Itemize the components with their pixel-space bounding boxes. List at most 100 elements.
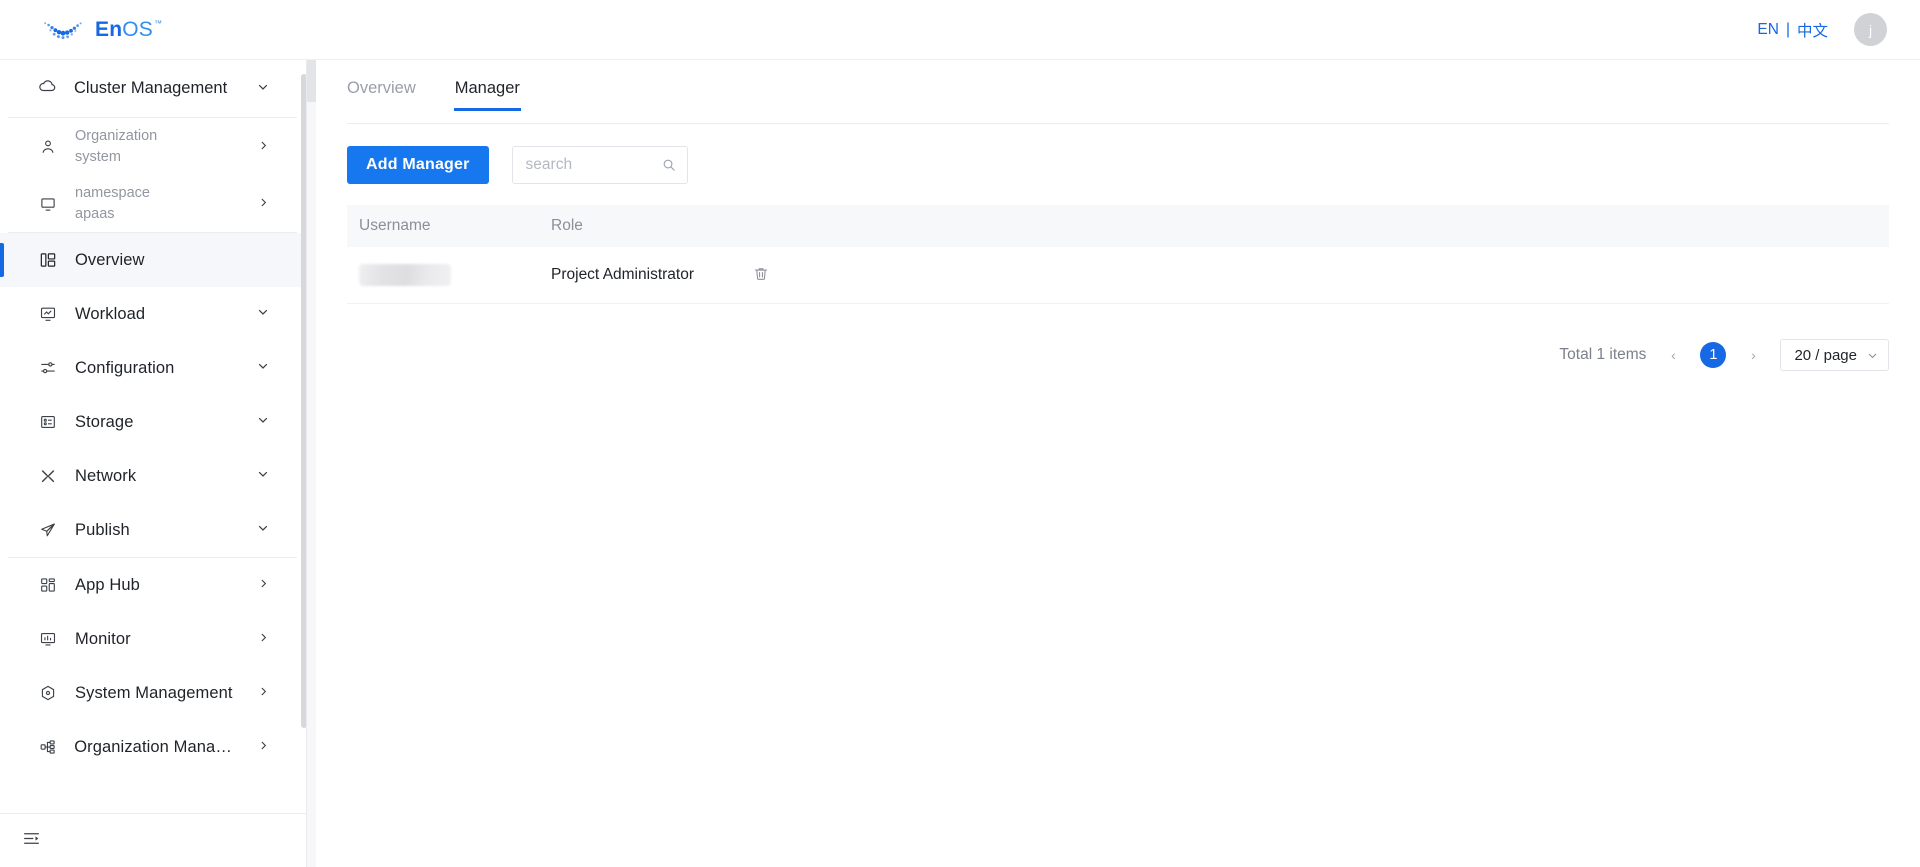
pagination-prev-button[interactable]: ‹ (1661, 343, 1685, 367)
sidebar-namespace-labels: namespace apaas (75, 185, 150, 222)
sidebar-item-label: Overview (75, 250, 145, 269)
sidebar-item-system-management[interactable]: System Management (0, 666, 306, 720)
chevron-right-icon[interactable] (258, 630, 269, 648)
grid-icon (38, 576, 58, 594)
main-scrollbar-thumb[interactable] (307, 60, 316, 102)
sidebar-item-organization-management[interactable]: Organization Manage... (0, 720, 306, 774)
workload-icon (38, 305, 58, 323)
sidebar-item-storage[interactable]: Storage (0, 395, 306, 449)
chevron-down-icon[interactable] (257, 521, 269, 539)
language-switcher[interactable]: EN | 中文 (1757, 19, 1828, 41)
top-header: En OS ™ EN | 中文 j (0, 0, 1920, 60)
sidebar-item-label: Publish (75, 520, 130, 539)
chevron-down-icon[interactable] (257, 80, 269, 98)
page-size-select[interactable]: 20 / page (1780, 339, 1889, 371)
sidebar-item-network[interactable]: Network (0, 449, 306, 503)
main-scrollbar[interactable] (307, 60, 316, 867)
network-icon (38, 467, 58, 485)
dashboard-icon (38, 251, 58, 269)
sidebar-item-app-hub[interactable]: App Hub (0, 558, 306, 612)
chevron-down-icon[interactable] (257, 413, 269, 431)
tab-overview[interactable]: Overview (347, 80, 416, 110)
trash-icon (753, 266, 769, 285)
logo-en-text: En (95, 18, 123, 41)
table-row[interactable]: Project Administrator (347, 247, 1889, 304)
sliders-icon (38, 359, 58, 377)
delete-row-button[interactable] (753, 266, 769, 285)
manager-table: Username Role Project Administrator (347, 205, 1889, 304)
sidebar-item-label: Network (75, 466, 137, 485)
logo-os-text: OS (122, 18, 153, 41)
sidebar-item-monitor[interactable]: Monitor (0, 612, 306, 666)
send-icon (38, 521, 58, 539)
sidebar-item-namespace[interactable]: namespace apaas (0, 175, 306, 232)
sidebar-item-overview[interactable]: Overview (0, 233, 306, 287)
chevron-down-icon[interactable] (257, 359, 269, 377)
menu-fold-icon[interactable] (22, 829, 41, 853)
sidebar-cluster-management[interactable]: Cluster Management (0, 60, 306, 117)
main-content: Overview Manager Add Manager Username (307, 60, 1920, 867)
sidebar-namespace-line2: apaas (75, 205, 115, 222)
cloud-icon (38, 77, 57, 101)
column-header-role: Role (551, 217, 583, 234)
enos-logo[interactable]: En OS ™ (42, 0, 162, 60)
monitor-icon (38, 195, 58, 213)
pagination-total: Total 1 items (1559, 346, 1647, 363)
tab-manager[interactable]: Manager (453, 80, 522, 110)
page-size-value: 20 / page (1794, 346, 1857, 364)
role-value: Project Administrator (551, 266, 694, 283)
gear-hex-icon (38, 684, 58, 702)
tab-bar: Overview Manager (347, 80, 1889, 124)
sidebar-item-publish[interactable]: Publish (0, 503, 306, 557)
sidebar-cluster-label: Cluster Management (74, 79, 228, 97)
monitor-chart-icon (38, 630, 58, 648)
sidebar-organization-line2: system (75, 148, 121, 165)
enos-logo-text: En OS ™ (95, 19, 162, 40)
chevron-down-icon[interactable] (1867, 350, 1878, 361)
sidebar-item-organization[interactable]: Organization system (0, 118, 306, 175)
search-icon[interactable] (662, 158, 676, 172)
chevron-right-icon[interactable] (258, 576, 269, 594)
sidebar-item-workload[interactable]: Workload (0, 287, 306, 341)
lang-en-option[interactable]: EN (1757, 21, 1779, 39)
add-manager-button[interactable]: Add Manager (347, 146, 489, 184)
main-inner: Overview Manager Add Manager Username (316, 60, 1920, 867)
chevron-down-icon[interactable] (257, 305, 269, 323)
sidebar-item-label: Configuration (75, 358, 175, 377)
redacted-username (359, 264, 451, 286)
search-box[interactable] (511, 146, 688, 184)
sidebar-organization-labels: Organization system (75, 128, 157, 165)
storage-icon (38, 413, 58, 431)
sidebar-item-label: Organization Manage... (74, 737, 241, 756)
sidebar-namespace-line1: namespace (75, 184, 150, 201)
sidebar-scroll-area: Cluster Management Organization system n… (0, 60, 306, 813)
enos-logo-mark (44, 21, 82, 39)
sidebar-item-configuration[interactable]: Configuration (0, 341, 306, 395)
search-input[interactable] (512, 147, 687, 183)
sidebar-item-label: Storage (75, 412, 134, 431)
lang-separator: | (1785, 20, 1790, 38)
avatar[interactable]: j (1854, 13, 1887, 46)
lang-zh-option[interactable]: 中文 (1797, 19, 1828, 41)
cell-username (347, 264, 551, 286)
sidebar-item-label: App Hub (75, 575, 140, 594)
chevron-right-icon[interactable] (258, 138, 269, 156)
header-right-controls: EN | 中文 j (1757, 13, 1887, 46)
sidebar-organization-line1: Organization (75, 127, 158, 144)
sidebar-item-label: System Management (75, 683, 233, 702)
sidebar-item-label: Workload (75, 304, 146, 323)
app-root: En OS ™ EN | 中文 j Cluster Management Org… (0, 0, 1920, 867)
chevron-right-icon[interactable] (258, 195, 269, 213)
chevron-right-icon[interactable] (258, 684, 269, 702)
user-icon (38, 138, 58, 156)
pagination: Total 1 items ‹ 1 › 20 / page (316, 339, 1889, 371)
pagination-page-1[interactable]: 1 (1700, 342, 1727, 368)
sidebar: Cluster Management Organization system n… (0, 60, 307, 867)
org-tree-icon (38, 738, 57, 756)
pagination-next-button[interactable]: › (1741, 343, 1765, 367)
logo-trademark: ™ (154, 19, 163, 28)
chevron-down-icon[interactable] (257, 467, 269, 485)
chevron-right-icon[interactable] (258, 738, 269, 756)
sidebar-footer (0, 813, 306, 867)
sidebar-item-label: Monitor (75, 629, 131, 648)
